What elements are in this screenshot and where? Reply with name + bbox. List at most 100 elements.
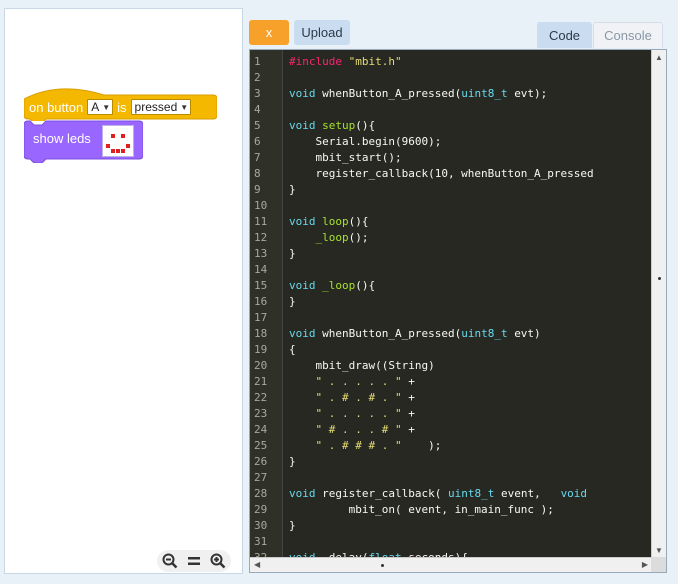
line-number: 26 bbox=[254, 455, 268, 468]
code-line: 17 bbox=[250, 310, 652, 326]
led-matrix-editor[interactable] bbox=[102, 125, 134, 157]
upload-button[interactable]: Upload bbox=[294, 20, 350, 45]
dropdown-arrow-icon: ▼ bbox=[180, 102, 189, 112]
line-text: void whenButton_A_pressed(uint8_t evt); bbox=[289, 86, 547, 102]
code-token: evt) bbox=[514, 327, 541, 340]
reset-zoom-icon[interactable] bbox=[183, 551, 205, 571]
code-line: 26} bbox=[250, 454, 652, 470]
code-token: void bbox=[289, 87, 323, 100]
line-number: 23 bbox=[254, 407, 268, 420]
zoom-out-icon[interactable] bbox=[159, 551, 181, 571]
horizontal-scrollbar[interactable]: ◀ ▶ bbox=[250, 557, 652, 572]
code-token: (){ bbox=[355, 119, 376, 132]
line-number: 2 bbox=[254, 71, 261, 84]
line-text: " . . . . . " + bbox=[289, 406, 415, 422]
led-cell[interactable] bbox=[126, 149, 131, 154]
state-select-value: pressed bbox=[134, 100, 178, 114]
vertical-scroll-thumb[interactable] bbox=[658, 277, 661, 280]
line-text: mbit_start(); bbox=[289, 150, 401, 166]
line-text: void register_callback( uint8_t event, v… bbox=[289, 486, 587, 502]
close-x-button[interactable]: x bbox=[249, 20, 289, 45]
line-text: " # . . . # " + bbox=[289, 422, 415, 438]
code-line: 9} bbox=[250, 182, 652, 198]
scroll-up-icon[interactable]: ▲ bbox=[655, 53, 663, 62]
blocks-workspace[interactable]: on button A ▼ is pressed ▼ show leds bbox=[4, 8, 243, 574]
line-text: } bbox=[289, 246, 296, 262]
line-text: void loop(){ bbox=[289, 214, 369, 230]
zoom-in-icon[interactable] bbox=[207, 551, 229, 571]
state-select[interactable]: pressed ▼ bbox=[130, 99, 192, 115]
tab-console[interactable]: Console bbox=[593, 22, 663, 48]
code-token: _loop bbox=[322, 279, 356, 292]
code-line: 13} bbox=[250, 246, 652, 262]
line-text: Serial.begin(9600); bbox=[289, 134, 441, 150]
line-text: } bbox=[289, 454, 296, 470]
line-text: } bbox=[289, 182, 296, 198]
code-token: } bbox=[289, 519, 296, 532]
code-token: " . # # # . " bbox=[315, 439, 402, 452]
on-button-pressed-block[interactable]: on button A ▼ is pressed ▼ bbox=[24, 85, 217, 121]
code-token: event, bbox=[500, 487, 561, 500]
code-line: 25 " . # # # . " ); bbox=[250, 438, 652, 454]
scrollbar-corner bbox=[651, 557, 666, 572]
code-token: mbit_draw((String) bbox=[289, 359, 435, 372]
line-number: 16 bbox=[254, 295, 268, 308]
code-token: } bbox=[289, 455, 296, 468]
vertical-scrollbar[interactable]: ▲ ▼ bbox=[651, 50, 666, 558]
code-line: 30} bbox=[250, 518, 652, 534]
button-select[interactable]: A ▼ bbox=[87, 99, 114, 115]
code-line: 21 " . . . . . " + bbox=[250, 374, 652, 390]
code-line: 4 bbox=[250, 102, 652, 118]
code-line: 22 " . # . # . " + bbox=[250, 390, 652, 406]
line-number: 7 bbox=[254, 151, 261, 164]
line-number: 3 bbox=[254, 87, 261, 100]
code-token: ); bbox=[401, 439, 442, 452]
code-line: 12 _loop(); bbox=[250, 230, 652, 246]
code-token: Serial.begin(9600); bbox=[289, 135, 442, 148]
code-token: (){ bbox=[355, 279, 376, 292]
code-token: void bbox=[289, 119, 323, 132]
code-line: 3 void whenButton_A_pressed(uint8_t evt); bbox=[250, 86, 652, 102]
scroll-right-icon[interactable]: ▶ bbox=[642, 560, 648, 569]
code-line: 28 void register_callback( uint8_t event,… bbox=[250, 486, 652, 502]
code-token: #include bbox=[289, 55, 349, 68]
code-token: register_callback(10, whenButton_A_press… bbox=[289, 167, 594, 180]
line-text: void whenButton_A_pressed(uint8_t evt) bbox=[289, 326, 541, 342]
code-token: + bbox=[401, 407, 415, 420]
code-token: register_callback( bbox=[322, 487, 448, 500]
code-token: whenButton_A_pressed( bbox=[322, 327, 462, 340]
code-line: 16} bbox=[250, 294, 652, 310]
scroll-down-icon[interactable]: ▼ bbox=[655, 546, 663, 555]
show-leds-block[interactable]: show leds bbox=[24, 119, 143, 163]
scroll-left-icon[interactable]: ◀ bbox=[254, 560, 260, 569]
line-number: 12 bbox=[254, 231, 268, 244]
line-number: 11 bbox=[254, 215, 268, 228]
line-number: 27 bbox=[254, 471, 268, 484]
code-token: " # . . . # " bbox=[315, 423, 402, 436]
code-token: void bbox=[289, 487, 323, 500]
code-editor[interactable]: 1 #include "mbit.h" 2 3 void whenButton_A_pr… bbox=[249, 49, 667, 573]
show-leds-label: show leds bbox=[33, 131, 91, 146]
code-token: whenButton_A_pressed( bbox=[322, 87, 462, 100]
code-line: 8 register_callback(10, whenButton_A_pre… bbox=[250, 166, 652, 182]
code-line: 7 mbit_start(); bbox=[250, 150, 652, 166]
code-token: + bbox=[401, 423, 415, 436]
code-token: "mbit.h" bbox=[348, 55, 402, 68]
code-token: " . # . # . " bbox=[315, 391, 402, 404]
line-number: 20 bbox=[254, 359, 268, 372]
line-number: 21 bbox=[254, 375, 268, 388]
horizontal-scroll-thumb[interactable] bbox=[381, 564, 384, 567]
code-line: 14 bbox=[250, 262, 652, 278]
code-token: } bbox=[289, 295, 296, 308]
code-token: } bbox=[289, 247, 296, 260]
code-token: void bbox=[289, 215, 323, 228]
line-number: 13 bbox=[254, 247, 268, 260]
line-text: void _loop(){ bbox=[289, 278, 375, 294]
code-token: mbit_on( event, in_main_func ); bbox=[289, 503, 554, 516]
code-token: " . . . . . " bbox=[315, 375, 402, 388]
tab-code[interactable]: Code bbox=[537, 22, 592, 48]
code-line: 19 { bbox=[250, 342, 652, 358]
